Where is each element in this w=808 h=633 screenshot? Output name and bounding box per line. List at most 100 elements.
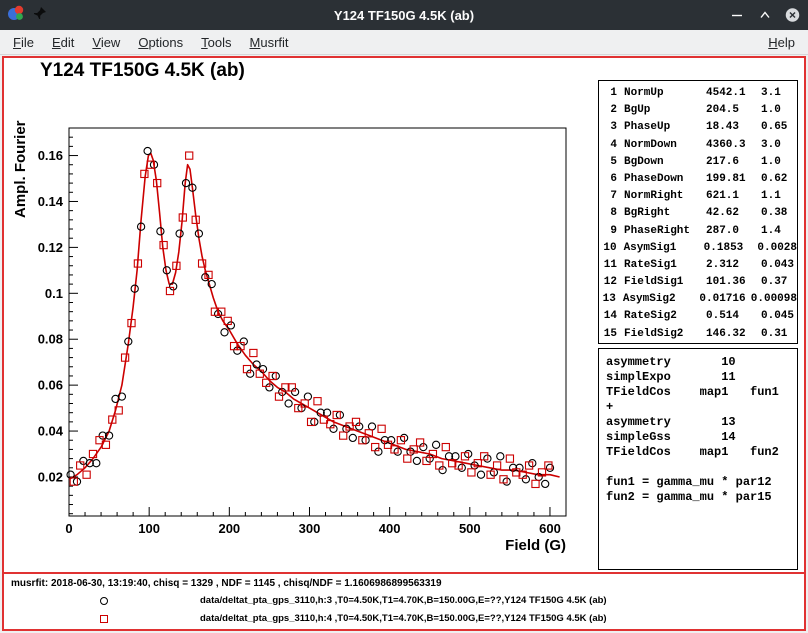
open-square-marker-icon xyxy=(100,615,108,623)
fourier-plot[interactable]: 01002003004005006000.020.040.060.080.10.… xyxy=(4,58,604,568)
y-axis-title: Ampl. Fourier xyxy=(12,120,29,218)
param-name: PhaseDown xyxy=(624,171,706,188)
param-index: 3 xyxy=(599,119,617,136)
param-row: 5BgDown217.61.0 xyxy=(599,154,797,171)
param-error: 3.0 xyxy=(761,137,797,154)
menu-item-tools[interactable]: Tools xyxy=(192,32,240,53)
svg-text:0.12: 0.12 xyxy=(38,240,63,255)
svg-text:200: 200 xyxy=(218,521,240,536)
legend-row: data/deltat_pta_gps_3110,h:3 ,T0=4.50K,T… xyxy=(4,593,804,611)
param-index: 4 xyxy=(599,137,617,154)
param-row: 13AsymSig20.017160.00098 xyxy=(599,291,797,308)
param-value: 0.01716 xyxy=(699,291,750,308)
fit-info-text: musrfit: 2018-06-30, 13:19:40, chisq = 1… xyxy=(11,578,442,589)
svg-text:600: 600 xyxy=(539,521,561,536)
param-name: NormUp xyxy=(624,85,706,102)
param-error: 0.31 xyxy=(761,326,797,343)
svg-text:0.16: 0.16 xyxy=(38,148,63,163)
param-index: 15 xyxy=(599,326,617,343)
param-value: 4360.3 xyxy=(706,137,761,154)
legend-label: data/deltat_pta_gps_3110,h:4 ,T0=4.50K,T… xyxy=(200,613,607,624)
param-row: 7NormRight621.11.1 xyxy=(599,188,797,205)
minimize-button[interactable] xyxy=(729,8,744,23)
menu-item-options[interactable]: Options xyxy=(129,32,192,53)
param-index: 6 xyxy=(599,171,617,188)
svg-text:400: 400 xyxy=(379,521,401,536)
param-error: 0.0028 xyxy=(757,240,797,257)
theory-line: asymmetry 13 xyxy=(606,415,790,430)
param-index: 1 xyxy=(599,85,617,102)
svg-text:0.06: 0.06 xyxy=(38,378,63,393)
legend: data/deltat_pta_gps_3110,h:3 ,T0=4.50K,T… xyxy=(4,593,804,629)
param-value: 199.81 xyxy=(706,171,761,188)
param-name: BgRight xyxy=(624,205,706,222)
svg-text:500: 500 xyxy=(459,521,481,536)
param-name: RateSig2 xyxy=(624,308,706,325)
param-row: 9PhaseRight287.01.4 xyxy=(599,223,797,240)
param-row: 14RateSig20.5140.045 xyxy=(599,308,797,325)
param-index: 7 xyxy=(599,188,617,205)
param-name: PhaseUp xyxy=(624,119,706,136)
param-name: BgDown xyxy=(624,154,706,171)
theory-line: + xyxy=(606,400,790,415)
param-rows: 1NormUp4542.13.12BgUp204.51.03PhaseUp18.… xyxy=(599,85,797,343)
param-error: 0.00098 xyxy=(751,291,797,308)
theory-line: fun2 = gamma_mu * par15 xyxy=(606,490,790,505)
root-canvas[interactable]: Y124 TF150G 4.5K (ab) 010020030040050060… xyxy=(2,56,806,631)
param-name: NormRight xyxy=(624,188,706,205)
param-index: 11 xyxy=(599,257,617,274)
menu-item-edit[interactable]: Edit xyxy=(43,32,83,53)
param-error: 0.38 xyxy=(761,205,797,222)
titlebar[interactable]: Y124 TF150G 4.5K (ab) xyxy=(0,0,808,30)
menu-right: Help xyxy=(759,30,804,54)
maximize-button[interactable] xyxy=(757,8,772,23)
open-circle-marker-icon xyxy=(100,597,108,605)
close-button[interactable] xyxy=(785,8,800,23)
pad-divider xyxy=(2,572,806,574)
svg-text:100: 100 xyxy=(138,521,160,536)
legend-label: data/deltat_pta_gps_3110,h:3 ,T0=4.50K,T… xyxy=(200,595,607,606)
param-value: 4542.1 xyxy=(706,85,761,102)
menu-item-view[interactable]: View xyxy=(83,32,129,53)
theory-box[interactable]: asymmetry 10simplExpo 11TFieldCos map1 f… xyxy=(598,348,798,570)
theory-line: TFieldCos map1 fun1 xyxy=(606,385,790,400)
svg-text:300: 300 xyxy=(299,521,321,536)
menu-item-help[interactable]: Help xyxy=(759,32,804,53)
param-index: 14 xyxy=(599,308,617,325)
param-value: 2.312 xyxy=(706,257,761,274)
param-value: 204.5 xyxy=(706,102,761,119)
menubar: FileEditViewOptionsToolsMusrfit Help xyxy=(0,30,808,55)
param-index: 9 xyxy=(599,223,617,240)
param-name: NormDown xyxy=(624,137,706,154)
param-row: 3 PhaseUp18.430.65 xyxy=(599,119,797,136)
y-axis-ticks xyxy=(69,128,78,514)
param-name: RateSig1 xyxy=(624,257,706,274)
parameter-stats-box[interactable]: 1NormUp4542.13.12BgUp204.51.03PhaseUp18.… xyxy=(598,80,798,344)
param-row: 12FieldSig1101.360.37 xyxy=(599,274,797,291)
param-error: 0.65 xyxy=(761,119,797,136)
param-error: 1.4 xyxy=(761,223,797,240)
series-circles xyxy=(67,147,554,487)
param-row: 1NormUp4542.13.1 xyxy=(599,85,797,102)
param-row: 4 NormDown4360.33.0 xyxy=(599,137,797,154)
param-error: 0.62 xyxy=(761,171,797,188)
theory-line: fun1 = gamma_mu * par12 xyxy=(606,475,790,490)
param-error: 1.0 xyxy=(761,154,797,171)
param-value: 101.36 xyxy=(706,274,761,291)
menu-item-musrfit[interactable]: Musrfit xyxy=(241,32,298,53)
param-index: 8 xyxy=(599,205,617,222)
param-error: 1.1 xyxy=(761,188,797,205)
param-value: 18.43 xyxy=(706,119,761,136)
param-error: 1.0 xyxy=(761,102,797,119)
param-index: 10 xyxy=(599,240,617,257)
svg-text:0.08: 0.08 xyxy=(38,332,63,347)
param-value: 217.6 xyxy=(706,154,761,171)
window-title: Y124 TF150G 4.5K (ab) xyxy=(0,0,808,30)
param-index: 13 xyxy=(599,291,616,308)
legend-row: data/deltat_pta_gps_3110,h:4 ,T0=4.50K,T… xyxy=(4,611,804,629)
param-name: FieldSig1 xyxy=(624,274,706,291)
param-row: 2BgUp204.51.0 xyxy=(599,102,797,119)
svg-text:0.1: 0.1 xyxy=(45,286,63,301)
menu-item-file[interactable]: File xyxy=(4,32,43,53)
x-axis-title: Field (G) xyxy=(505,537,566,554)
